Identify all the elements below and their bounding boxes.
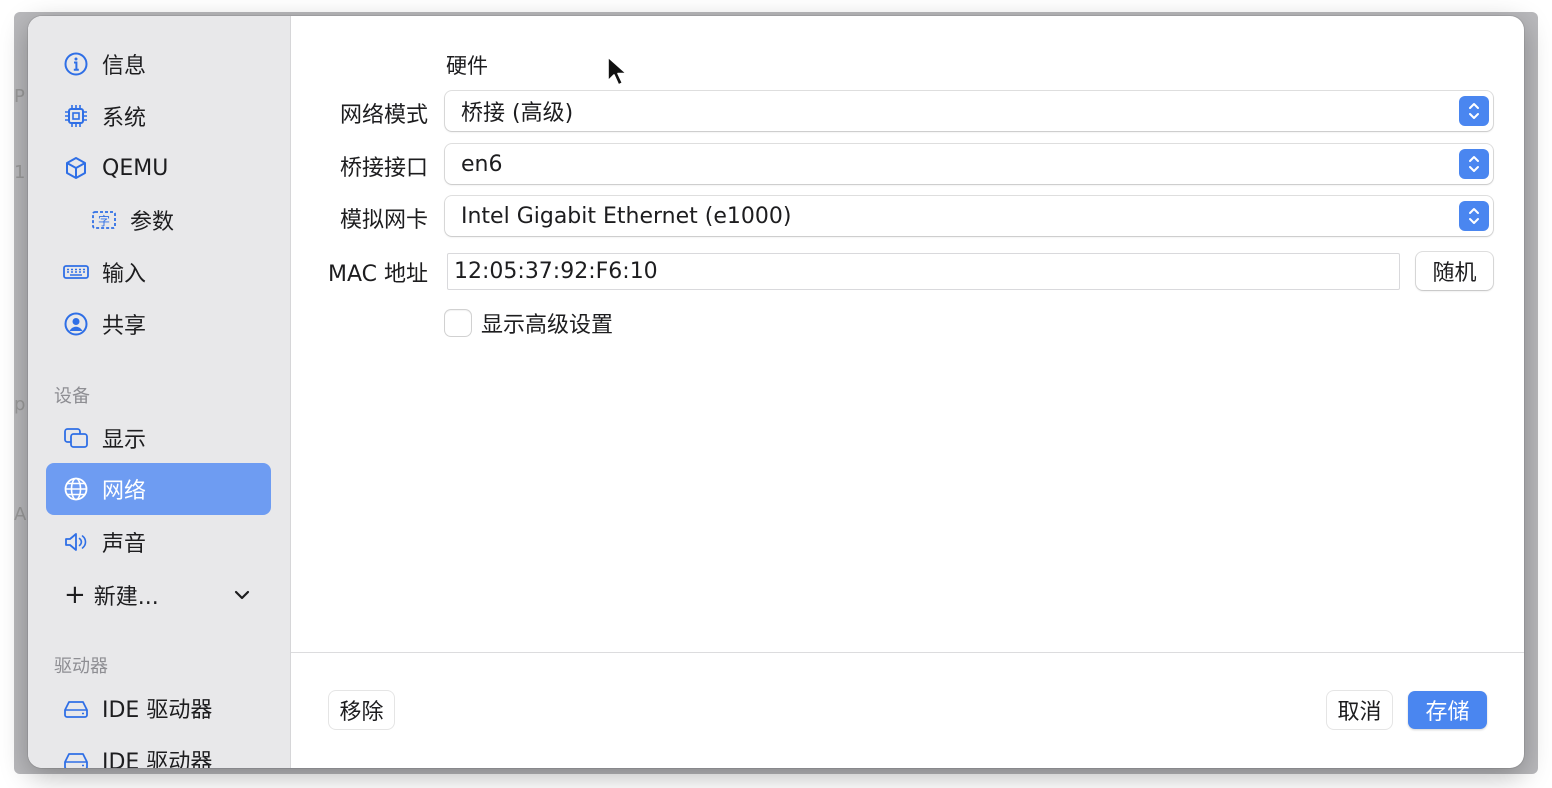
svg-text:字: 字	[98, 213, 110, 228]
sidebar-item-label: 网络	[102, 479, 147, 504]
show-advanced-label: 显示高级设置	[481, 313, 614, 338]
devices-section-header: 设备	[54, 386, 90, 407]
emulated-card-select[interactable]: Intel Gigabit Ethernet (e1000)	[445, 196, 1493, 236]
updown-chevron-icon	[1459, 96, 1489, 126]
sidebar-item-label: 共享	[102, 314, 147, 339]
sidebar-item-label: 输入	[102, 262, 147, 287]
remove-button[interactable]: 移除	[329, 691, 394, 729]
updown-chevron-icon	[1459, 149, 1489, 179]
sidebar-item-label: 声音	[102, 532, 147, 557]
internal-drive-icon	[62, 746, 90, 768]
speaker-icon	[62, 528, 90, 556]
show-advanced-settings[interactable]: 显示高级设置	[445, 307, 613, 339]
show-advanced-checkbox[interactable]	[445, 310, 471, 336]
sidebar-item-qemu[interactable]: QEMU	[46, 142, 271, 194]
sidebar-item-sound[interactable]: 声音	[46, 516, 271, 568]
updown-chevron-icon	[1459, 201, 1489, 231]
network-settings-panel: 硬件 网络模式 桥接 (高级) 桥接接口 en6 模拟网卡 Intel Giga…	[291, 16, 1524, 768]
sidebar-item-input[interactable]: 输入	[46, 246, 271, 298]
mouse-cursor-icon	[607, 56, 628, 86]
save-button[interactable]: 存储	[1408, 691, 1487, 729]
footer-divider	[291, 652, 1524, 653]
background-text-fragment: 1	[14, 162, 26, 183]
background-text-fragment: A	[14, 504, 27, 525]
sidebar-item-sharing[interactable]: 共享	[46, 298, 271, 350]
keyboard-icon	[62, 258, 90, 286]
person-circle-icon	[62, 310, 90, 338]
emulated-card-label: 模拟网卡	[339, 208, 428, 233]
new-device-label: 新建...	[93, 585, 159, 610]
network-mode-value: 桥接 (高级)	[461, 101, 574, 126]
mac-address-label: MAC 地址	[328, 262, 428, 287]
sidebar-item-display[interactable]: 显示	[46, 412, 271, 464]
cube-icon	[62, 154, 90, 182]
internal-drive-icon	[62, 694, 90, 722]
background-text-fragment: P	[14, 86, 25, 107]
sidebar-item-label: 显示	[102, 428, 147, 453]
cpu-chip-icon	[62, 102, 90, 130]
sidebar-item-label: QEMU	[102, 155, 169, 181]
globe-icon	[62, 475, 90, 503]
settings-window: 信息 系统 QEMU 字 参数 输入 共享 设备 显示 网络 声音 + 新建..…	[28, 16, 1524, 768]
section-title: 硬件	[446, 54, 488, 78]
cancel-button[interactable]: 取消	[1327, 691, 1392, 729]
mac-address-input[interactable]	[454, 259, 1399, 284]
sidebar-item-label: 参数	[130, 210, 175, 235]
sidebar-item-arguments[interactable]: 字 参数	[46, 194, 271, 246]
sidebar-item-info[interactable]: 信息	[46, 38, 271, 90]
sidebar-item-system[interactable]: 系统	[46, 90, 271, 142]
chevron-down-icon	[234, 590, 250, 600]
emulated-card-value: Intel Gigabit Ethernet (e1000)	[461, 203, 792, 229]
sidebar-item-drive[interactable]: IDE 驱动器	[46, 734, 271, 768]
mac-address-field[interactable]	[447, 253, 1400, 290]
sidebar-item-drive[interactable]: IDE 驱动器	[46, 682, 271, 734]
sidebar-item-label: 系统	[102, 106, 147, 131]
sidebar-item-label: IDE 驱动器	[102, 698, 213, 723]
bridge-interface-select[interactable]: en6	[445, 144, 1493, 184]
info-icon	[62, 50, 90, 78]
sidebar-item-label: 信息	[102, 54, 147, 79]
network-mode-label: 网络模式	[339, 103, 428, 128]
character-textbox-icon: 字	[90, 206, 118, 234]
bridge-interface-value: en6	[461, 151, 503, 177]
new-device-button[interactable]: + 新建...	[46, 569, 271, 621]
drives-section-header: 驱动器	[54, 656, 108, 677]
display-windows-icon	[62, 424, 90, 452]
sidebar-item-label: IDE 驱动器	[102, 750, 213, 768]
sidebar-item-network[interactable]: 网络	[46, 463, 271, 515]
plus-icon: +	[64, 580, 86, 610]
network-mode-select[interactable]: 桥接 (高级)	[445, 91, 1493, 131]
bridge-interface-label: 桥接接口	[339, 156, 428, 181]
random-mac-button[interactable]: 随机	[1416, 252, 1493, 290]
background-text-fragment: p	[14, 394, 26, 415]
sidebar: 信息 系统 QEMU 字 参数 输入 共享 设备 显示 网络 声音 + 新建..…	[28, 16, 291, 768]
